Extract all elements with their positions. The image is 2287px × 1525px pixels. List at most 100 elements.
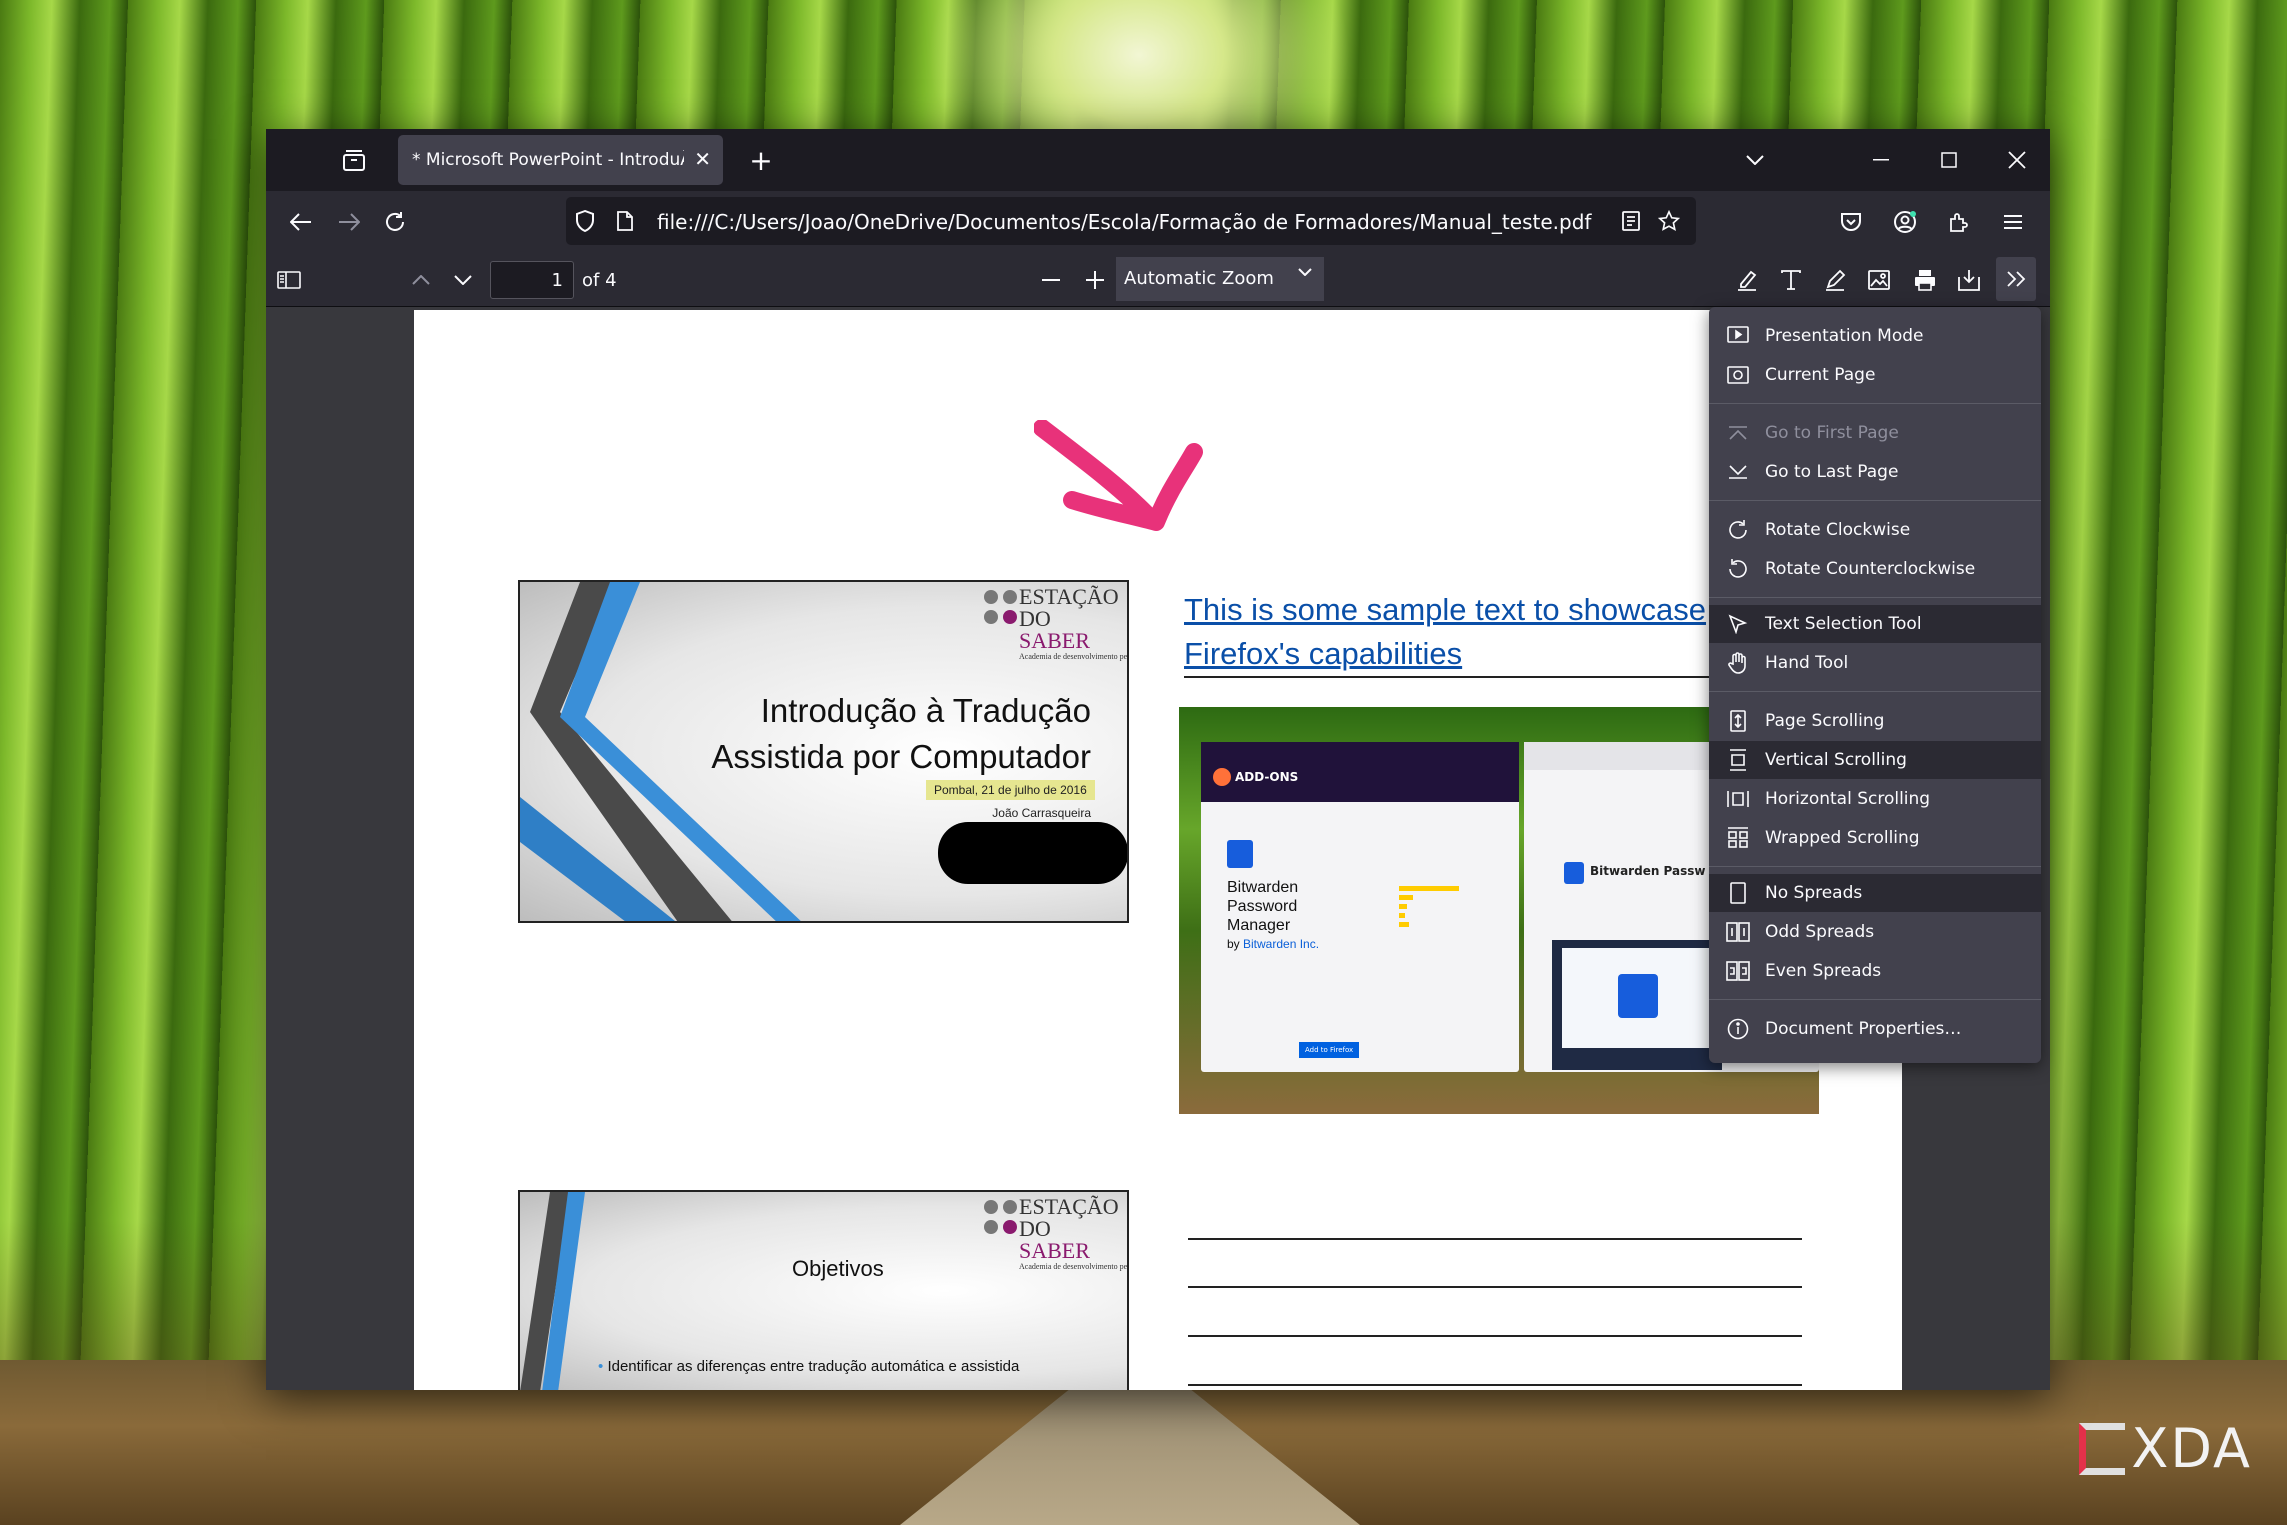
extensions-icon[interactable] xyxy=(1944,207,1974,237)
firefox-view-icon[interactable] xyxy=(340,147,368,175)
menu-item-current-page[interactable]: Current Page xyxy=(1709,356,2041,394)
close-tab-icon[interactable]: ✕ xyxy=(694,147,711,171)
sample-link-line1[interactable]: This is some sample text to showcase xyxy=(1184,588,1706,632)
odd-spreads-icon xyxy=(1726,920,1750,944)
last-page-icon xyxy=(1726,460,1750,484)
menu-item-document-properties[interactable]: Document Properties… xyxy=(1709,1010,2041,1048)
pdf-page: ESTAÇÃO DO SABER Academia de desenvolvim… xyxy=(414,310,1902,1390)
bitwarden-store-icon xyxy=(1564,862,1584,884)
tab-bar: * Microsoft PowerPoint - IntroduÃ§ ✕ + xyxy=(266,129,2050,191)
laptop-image xyxy=(1552,940,1722,1070)
menu-item-horizontal-scrolling[interactable]: Horizontal Scrolling xyxy=(1709,780,2041,818)
maximize-icon[interactable] xyxy=(1934,145,1964,175)
close-window-icon[interactable] xyxy=(2002,145,2032,175)
account-icon[interactable] xyxy=(1890,207,1920,237)
menu-item-page-scrolling[interactable]: Page Scrolling xyxy=(1709,702,2041,740)
rotate-cw-icon xyxy=(1726,518,1750,542)
menu-item-presentation-mode[interactable]: Presentation Mode xyxy=(1709,317,2041,355)
page-icon[interactable] xyxy=(612,208,638,234)
menu-item-even-spreads[interactable]: Even Spreads xyxy=(1709,952,2041,990)
menu-item-first-page[interactable]: Go to First Page xyxy=(1709,414,2041,452)
next-page-icon[interactable] xyxy=(448,265,478,295)
text-select-icon xyxy=(1726,612,1750,636)
info-icon xyxy=(1726,1017,1750,1041)
minimize-icon[interactable] xyxy=(1866,145,1896,175)
page-scroll-icon xyxy=(1726,709,1750,733)
slide2-title: Objetivos xyxy=(792,1256,884,1281)
menu-item-last-page[interactable]: Go to Last Page xyxy=(1709,453,2041,491)
menu-separator xyxy=(1709,691,2041,692)
save-icon[interactable] xyxy=(1954,265,1984,295)
addon-name: Bitwarden Password Manager by Bitwarden … xyxy=(1227,879,1320,951)
horizontal-scroll-icon xyxy=(1726,787,1750,811)
zoom-value: Automatic Zoom xyxy=(1124,268,1274,289)
logo-dots-2 xyxy=(984,610,1017,624)
xda-watermark: XDA xyxy=(2079,1417,2252,1480)
previous-page-icon[interactable] xyxy=(406,265,436,295)
print-icon[interactable] xyxy=(1910,265,1940,295)
menu-item-odd-spreads[interactable]: Odd Spreads xyxy=(1709,913,2041,951)
draw-icon[interactable] xyxy=(1820,265,1850,295)
shield-icon[interactable] xyxy=(572,208,598,234)
slide-author: João Carrasqueira xyxy=(992,806,1091,820)
chevron-down-icon xyxy=(1298,268,1312,276)
first-page-icon xyxy=(1726,421,1750,445)
pocket-icon[interactable] xyxy=(1836,207,1866,237)
page-number-input[interactable]: 1 xyxy=(490,261,574,299)
nav-bar: file:///C:/Users/Joao/OneDrive/Documento… xyxy=(266,191,2050,253)
tab-active[interactable]: * Microsoft PowerPoint - IntroduÃ§ ✕ xyxy=(398,135,723,185)
list-tabs-icon[interactable] xyxy=(1740,145,1770,175)
image-icon[interactable] xyxy=(1864,265,1894,295)
zoom-out-icon[interactable] xyxy=(1036,265,1066,295)
blank-line xyxy=(1188,1286,1802,1288)
menu-separator xyxy=(1709,403,2041,404)
new-tab-icon[interactable]: + xyxy=(746,144,776,177)
logo-dots xyxy=(984,590,1017,604)
sidebar-toggle-icon[interactable] xyxy=(274,265,304,295)
menu-item-rotate-clockwise[interactable]: Rotate Clockwise xyxy=(1709,511,2041,549)
annotation-arrow xyxy=(1034,420,1203,531)
wrapped-scroll-icon xyxy=(1726,826,1750,850)
zoom-select[interactable]: Automatic Zoom xyxy=(1116,257,1324,301)
rotate-ccw-icon xyxy=(1726,557,1750,581)
back-icon[interactable] xyxy=(286,207,316,237)
reader-view-icon[interactable] xyxy=(1618,208,1644,234)
blank-line xyxy=(1188,1384,1802,1386)
slide-thumbnail-1: ESTAÇÃO DO SABER Academia de desenvolvim… xyxy=(518,580,1129,923)
tools-menu-icon[interactable] xyxy=(1996,257,2036,301)
menu-item-text-selection-tool[interactable]: Text Selection Tool xyxy=(1709,605,2041,643)
blank-line xyxy=(1188,1335,1802,1337)
menu-separator xyxy=(1709,999,2041,1000)
menu-item-hand-tool[interactable]: Hand Tool xyxy=(1709,644,2041,682)
logo-dots-2 xyxy=(984,1220,1017,1234)
text-tool-icon[interactable] xyxy=(1776,265,1806,295)
even-spreads-icon xyxy=(1726,959,1750,983)
url-text: file:///C:/Users/Joao/OneDrive/Documento… xyxy=(657,210,1592,234)
bookmark-star-icon[interactable] xyxy=(1656,208,1682,234)
vertical-scroll-icon xyxy=(1726,748,1750,772)
hand-icon xyxy=(1726,651,1750,675)
menu-separator xyxy=(1709,597,2041,598)
addons-site: ADD-ONS xyxy=(1235,770,1299,784)
slide-thumbnail-2: ESTAÇÃO DO SABER Academia de desenvolvim… xyxy=(518,1190,1129,1390)
menu-separator xyxy=(1709,500,2041,501)
menu-item-rotate-counterclockwise[interactable]: Rotate Counterclockwise xyxy=(1709,550,2041,588)
xda-logo-icon xyxy=(2079,1422,2126,1475)
menu-separator xyxy=(1709,866,2041,867)
sample-link-line2[interactable]: Firefox's capabilities xyxy=(1184,632,1462,676)
redaction-mark xyxy=(938,822,1127,884)
ratings-bars xyxy=(1399,882,1479,942)
firefox-logo-icon xyxy=(1213,768,1231,786)
menu-item-wrapped-scrolling[interactable]: Wrapped Scrolling xyxy=(1709,819,2041,857)
highlight-icon[interactable] xyxy=(1732,265,1762,295)
menu-item-vertical-scrolling[interactable]: Vertical Scrolling xyxy=(1709,741,2041,779)
page-count: of 4 xyxy=(582,270,617,291)
estacao-logo: ESTAÇÃO DO SABER Academia de desenvolvim… xyxy=(1019,584,1128,662)
app-menu-icon[interactable] xyxy=(1998,207,2028,237)
reload-icon[interactable] xyxy=(380,207,410,237)
url-bar[interactable]: file:///C:/Users/Joao/OneDrive/Documento… xyxy=(566,197,1696,245)
forward-icon[interactable] xyxy=(334,207,364,237)
menu-item-no-spreads[interactable]: No Spreads xyxy=(1709,874,2041,912)
presentation-icon xyxy=(1726,324,1750,348)
zoom-in-icon[interactable] xyxy=(1080,265,1110,295)
